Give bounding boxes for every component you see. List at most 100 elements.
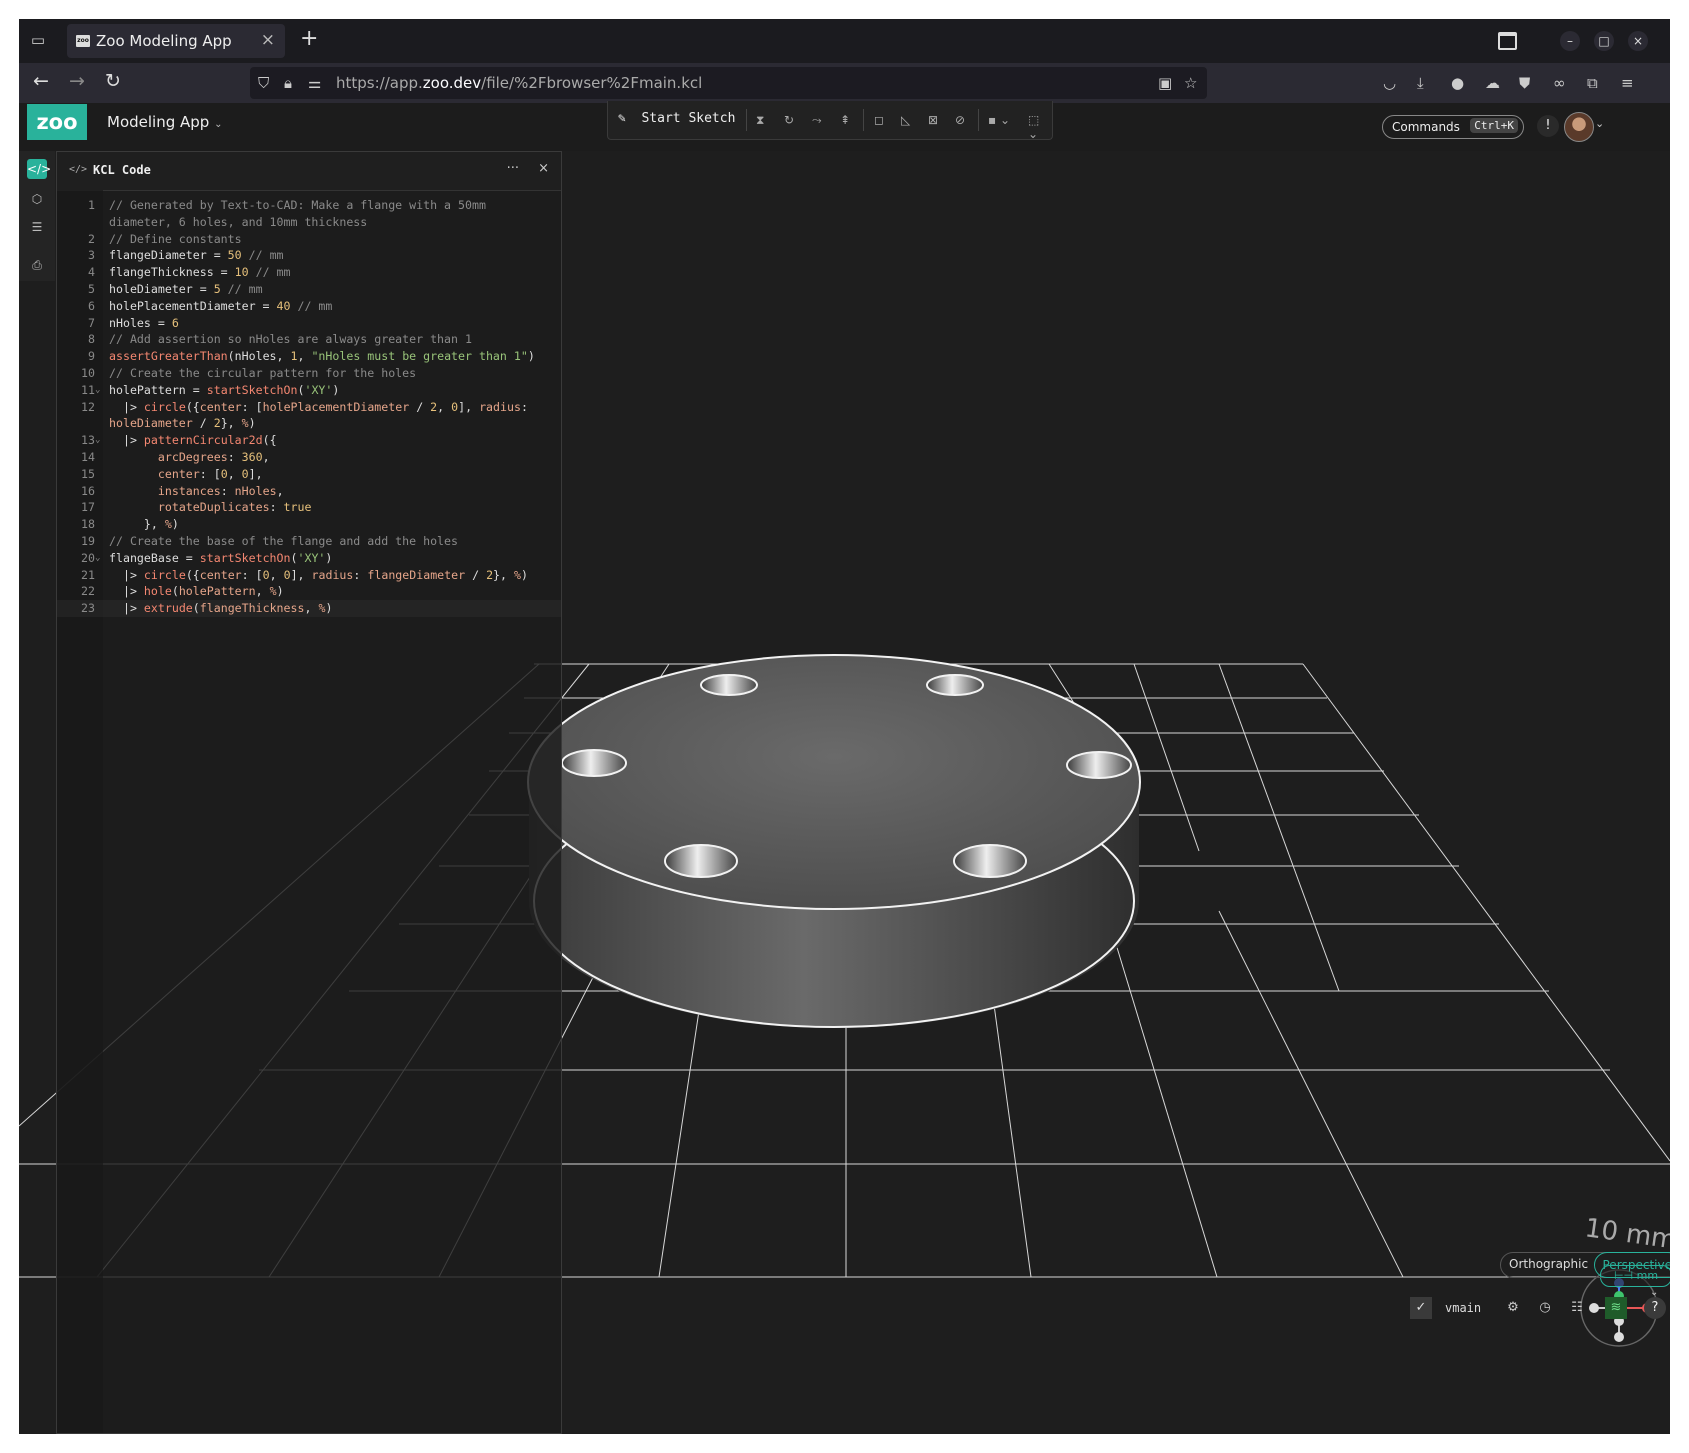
code-line[interactable]: 13 ⌄ |> patternCircular2d({	[57, 432, 561, 449]
url-text[interactable]: https://app.zoo.dev/file/%2Fbrowser%2Fma…	[336, 74, 702, 92]
tab-close-icon[interactable]: ×	[261, 30, 275, 50]
orthographic-option[interactable]: Orthographic	[1509, 1257, 1588, 1271]
pocket-icon[interactable]: ◡	[1383, 74, 1396, 92]
bolt-hole[interactable]	[953, 844, 1027, 878]
bookmark-star-icon[interactable]: ☆	[1184, 74, 1197, 92]
code-line[interactable]: 11 ⌄ holePattern = startSketchOn('XY')	[57, 382, 561, 399]
code-line[interactable]: 21 |> circle({center: [0, 0], radius: fl…	[57, 567, 561, 584]
feature-tree-icon[interactable]: ⬡	[27, 189, 47, 209]
code-line[interactable]: 15 center: [0, 0],	[57, 466, 561, 483]
code-text[interactable]: // Create the circular pattern for the h…	[109, 365, 554, 382]
extension-cloud-icon[interactable]: ☁	[1485, 74, 1500, 92]
code-text[interactable]: holeDiameter = 5 // mm	[109, 281, 554, 298]
code-text[interactable]: // Generated by Text-to-CAD: Make a flan…	[109, 197, 554, 231]
shield-icon[interactable]: ⛉	[258, 74, 269, 92]
lock-icon[interactable]: 🔒︎	[284, 74, 292, 92]
reader-view-icon[interactable]: ▣	[1158, 74, 1172, 92]
code-line[interactable]: 2 // Define constants	[57, 231, 561, 248]
code-text[interactable]: |> circle({center: [0, 0], radius: flang…	[109, 567, 554, 584]
zoo-logo[interactable]: zoo	[27, 104, 87, 140]
settings-gear-icon[interactable]: ⚙	[1502, 1297, 1524, 1319]
code-text[interactable]: |> patternCircular2d({	[109, 432, 554, 449]
boolean-icon[interactable]: ▪ ⌄	[988, 113, 1010, 127]
code-text[interactable]: // Define constants	[109, 231, 554, 248]
user-menu-chevron-icon[interactable]: ⌄	[1595, 117, 1604, 130]
tab-list-icon[interactable]: ▭	[28, 31, 48, 49]
code-text[interactable]: |> circle({center: [holePlacementDiamete…	[109, 399, 554, 433]
variables-list-icon[interactable]: ☰	[27, 217, 47, 237]
bolt-hole[interactable]	[664, 844, 738, 878]
timer-icon[interactable]: ◷	[1534, 1297, 1556, 1319]
back-icon[interactable]: ←	[33, 70, 49, 92]
logs-icon[interactable]: ⎙	[27, 255, 47, 275]
plane-icon[interactable]: ⬚ ⌄	[1028, 113, 1052, 141]
menu-icon[interactable]: ≡	[1621, 74, 1634, 92]
extrude-icon[interactable]: ⧗	[756, 113, 764, 128]
fold-chevron-icon[interactable]: ⌄	[95, 550, 109, 567]
code-line[interactable]: 4 flangeThickness = 10 // mm	[57, 264, 561, 281]
code-line[interactable]: 8 // Add assertion so nHoles are always g…	[57, 331, 561, 348]
browser-tab[interactable]: zoo Zoo Modeling App ×	[67, 24, 285, 58]
forward-icon[interactable]: →	[69, 70, 85, 92]
bolt-hole[interactable]	[561, 749, 627, 777]
code-editor[interactable]: 1 // Generated by Text-to-CAD: Make a fla…	[57, 197, 561, 617]
commands-button[interactable]: Commands Ctrl+K	[1382, 115, 1524, 139]
code-line[interactable]: 5 holeDiameter = 5 // mm	[57, 281, 561, 298]
code-text[interactable]: center: [0, 0],	[109, 466, 554, 483]
close-pane-icon[interactable]: ×	[538, 161, 549, 176]
fold-chevron-icon[interactable]: ⌄	[95, 432, 109, 449]
code-text[interactable]: nHoles = 6	[109, 315, 554, 332]
more-options-icon[interactable]: ···	[507, 161, 519, 176]
extension-avatar-icon[interactable]: ●	[1451, 74, 1464, 92]
code-text[interactable]: instances: nHoles,	[109, 483, 554, 500]
minimize-icon[interactable]: –	[1560, 31, 1580, 51]
bolt-hole[interactable]	[700, 674, 758, 696]
new-tab-icon[interactable]: +	[300, 26, 318, 51]
code-line[interactable]: 14 arcDegrees: 360,	[57, 449, 561, 466]
flange-top-face[interactable]	[527, 654, 1141, 910]
code-text[interactable]: }, %)	[109, 516, 554, 533]
code-line[interactable]: 12 |> circle({center: [holePlacementDiam…	[57, 399, 561, 433]
code-text[interactable]: holePlacementDiameter = 40 // mm	[109, 298, 554, 315]
code-text[interactable]: // Add assertion so nHoles are always gr…	[109, 331, 554, 348]
code-line[interactable]: 23 |> extrude(flangeThickness, %)	[57, 600, 561, 617]
code-text[interactable]: flangeDiameter = 50 // mm	[109, 247, 554, 264]
tab-overview-icon[interactable]	[1498, 32, 1517, 50]
code-line[interactable]: 1 // Generated by Text-to-CAD: Make a fla…	[57, 197, 561, 231]
start-sketch-button[interactable]: ✎ Start Sketch	[618, 111, 735, 126]
reload-icon[interactable]: ↻	[105, 70, 121, 92]
code-line[interactable]: 22 |> hole(holePattern, %)	[57, 583, 561, 600]
code-text[interactable]: |> hole(holePattern, %)	[109, 583, 554, 600]
loft-icon[interactable]: ⇞	[840, 113, 850, 127]
code-line[interactable]: 18 }, %)	[57, 516, 561, 533]
code-text[interactable]: flangeThickness = 10 // mm	[109, 264, 554, 281]
extensions-puzzle-icon[interactable]: ⧉	[1587, 74, 1598, 92]
code-text[interactable]: assertGreaterThan(nHoles, 1, "nHoles mus…	[109, 348, 554, 365]
code-text[interactable]: // Create the base of the flange and add…	[109, 533, 554, 550]
fillet-icon[interactable]: ◻	[874, 113, 884, 127]
user-avatar[interactable]	[1564, 112, 1594, 142]
code-line[interactable]: 17 rotateDuplicates: true	[57, 499, 561, 516]
hole-tool-icon[interactable]: ⊘	[955, 113, 965, 127]
camera-projection-toggle[interactable]: Orthographic Perspective	[1500, 1252, 1670, 1278]
revolve-icon[interactable]: ↻	[784, 113, 794, 127]
code-line[interactable]: 20 ⌄ flangeBase = startSketchOn('XY')	[57, 550, 561, 567]
perspective-option[interactable]: Perspective	[1593, 1252, 1670, 1278]
sliders-icon[interactable]: ☷	[1566, 1297, 1588, 1319]
code-line[interactable]: 16 instances: nHoles,	[57, 483, 561, 500]
extension-glasses-icon[interactable]: ∞	[1553, 74, 1566, 92]
sweep-icon[interactable]: ⤳	[812, 113, 822, 128]
check-icon[interactable]: ✓	[1410, 1297, 1432, 1319]
alert-button[interactable]: !	[1537, 115, 1559, 137]
bolt-hole[interactable]	[926, 674, 984, 696]
code-line[interactable]: 6 holePlacementDiameter = 40 // mm	[57, 298, 561, 315]
network-health-icon[interactable]: ≋	[1605, 1297, 1627, 1319]
code-line[interactable]: 10 // Create the circular pattern for the…	[57, 365, 561, 382]
code-line[interactable]: 9 assertGreaterThan(nHoles, 1, "nHoles mu…	[57, 348, 561, 365]
address-bar[interactable]: ⛉ 🔒︎ ⚌ https://app.zoo.dev/file/%2Fbrows…	[250, 67, 1207, 99]
code-text[interactable]: holePattern = startSketchOn('XY')	[109, 382, 554, 399]
fold-chevron-icon[interactable]: ⌄	[95, 382, 109, 399]
code-text[interactable]: arcDegrees: 360,	[109, 449, 554, 466]
code-line[interactable]: 19 // Create the base of the flange and a…	[57, 533, 561, 550]
chamfer-icon[interactable]: ◺	[901, 113, 910, 127]
